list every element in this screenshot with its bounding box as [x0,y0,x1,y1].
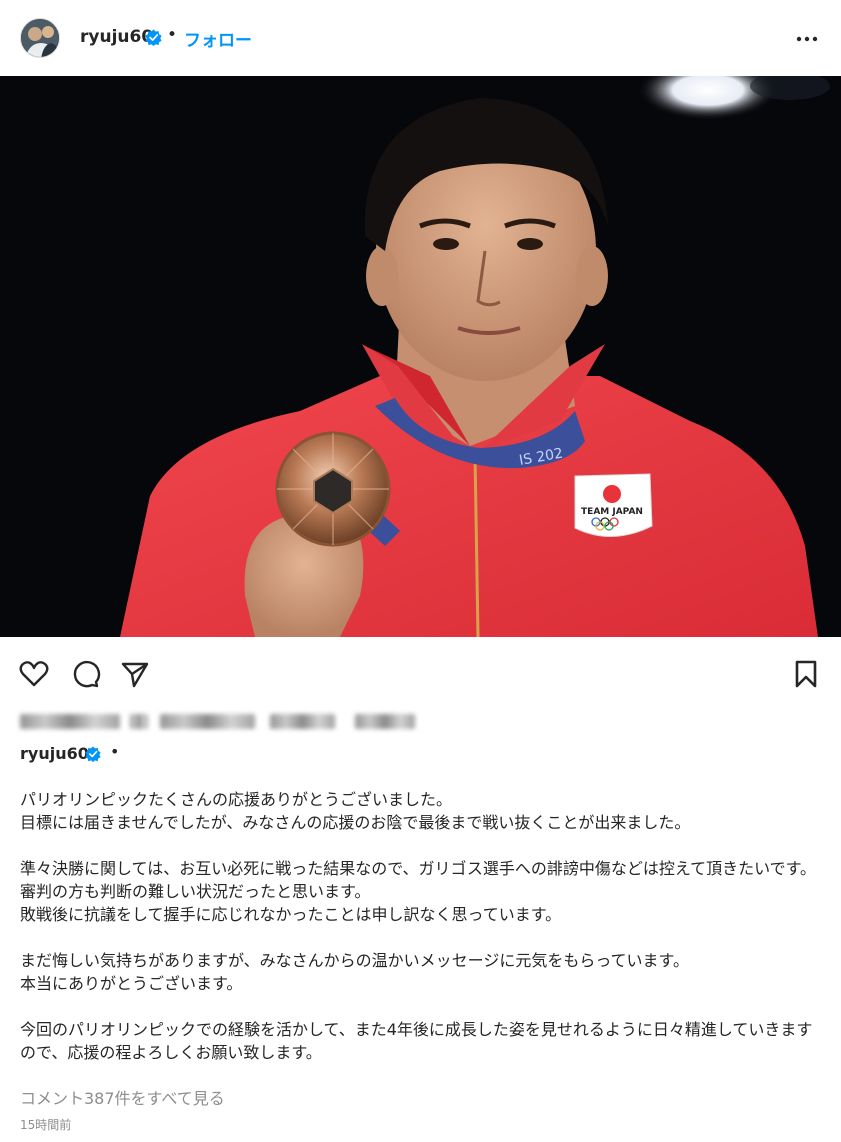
separator-dot: • [167,25,178,45]
bookmark-icon[interactable] [790,658,822,690]
caption-line: 準々決勝に関しては、お互い必死に戦った結果なので、ガリゴス選手への誹謗中傷などは… [20,859,817,878]
more-options-icon[interactable] [795,28,819,50]
heart-icon[interactable] [18,658,50,690]
verified-badge-icon [145,29,162,46]
caption-line: 今回のパリオリンピックでの経験を活かして、また4年後に成長した姿を見せれるように… [20,1020,813,1062]
follow-button[interactable]: フォロー [184,26,252,51]
verified-badge-icon [85,746,101,762]
username[interactable]: ryuju60 [80,27,153,47]
caption-line: 敗戦後に抗議をして握手に応じれなかったことは申し訳なく思っています。 [20,905,562,924]
post-header: ryuju60 • フォロー [0,0,841,76]
view-all-comments-link[interactable]: コメント387件をすべて見る [20,1085,225,1109]
share-icon[interactable] [119,658,151,690]
post-image[interactable]: IS 202 TEAM JAPAN [0,76,841,637]
caption-separator-dot: • [110,742,120,761]
team-japan-badge: TEAM JAPAN [581,507,643,517]
action-bar [0,650,841,700]
caption-line: 審判の方も判断の難しい状況だったと思います。 [20,882,371,901]
caption-line: パリオリンピックたくさんの応援ありがとうございました。 [20,790,453,809]
caption-line: 本当にありがとうございます。 [20,974,243,993]
likes-summary-blurred [20,712,415,732]
caption-username[interactable]: ryuju60 [20,744,89,763]
comment-icon[interactable] [69,658,101,690]
caption-line: 目標には届きませんでしたが、みなさんの応援のお陰で最後まで戦い抜くことが出来まし… [20,813,691,832]
caption-text: パリオリンピックたくさんの応援ありがとうございました。 目標には届きませんでした… [20,788,825,1064]
avatar[interactable] [20,18,60,58]
post-timestamp: 15時間前 [20,1118,72,1132]
caption-line: まだ悔しい気持ちがありますが、みなさんからの温かいメッセージに元気をもらっていま… [20,951,689,970]
